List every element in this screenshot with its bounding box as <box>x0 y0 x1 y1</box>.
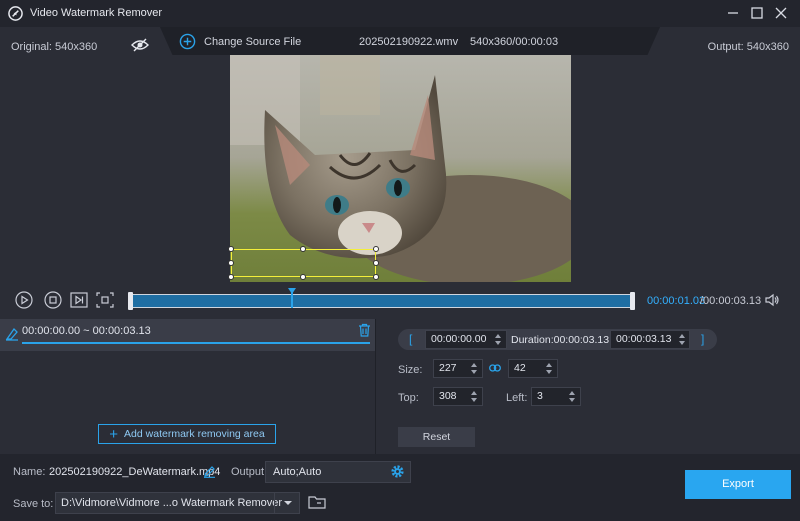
watermark-selection-box[interactable] <box>231 249 376 277</box>
resize-handle[interactable] <box>300 274 306 280</box>
duration-label: Duration:00:00:03.13 <box>511 334 610 346</box>
left-stepper[interactable] <box>568 387 577 406</box>
resize-handle[interactable] <box>228 260 234 266</box>
trim-start-handle[interactable] <box>128 292 133 310</box>
add-circle-icon[interactable] <box>179 33 196 50</box>
save-path-select[interactable]: D:\Vidmore\Vidmore ...o Watermark Remove… <box>55 492 300 514</box>
app-logo-icon <box>8 6 23 21</box>
left-label: Left: <box>506 392 528 404</box>
add-watermark-area-button[interactable]: + Add watermark removing area <box>98 424 276 444</box>
clip-progress-bar <box>22 342 370 344</box>
trim-end-handle[interactable] <box>630 292 635 310</box>
height-stepper[interactable] <box>545 359 554 378</box>
kitten-image <box>230 55 571 282</box>
start-time-stepper[interactable] <box>494 330 503 349</box>
play-button[interactable] <box>15 291 33 309</box>
resize-handle[interactable] <box>373 260 379 266</box>
eraser-icon <box>5 327 18 341</box>
resize-handle[interactable] <box>300 246 306 252</box>
snapshot-button[interactable] <box>96 291 114 309</box>
gear-icon[interactable] <box>390 464 405 479</box>
output-label: Output: <box>231 466 268 478</box>
export-button[interactable]: Export <box>685 470 791 499</box>
minimize-button[interactable] <box>723 4 743 22</box>
resize-handle[interactable] <box>373 274 379 280</box>
set-start-icon[interactable]: [ <box>409 332 412 346</box>
trash-icon[interactable] <box>358 323 371 337</box>
chevron-down-icon[interactable] <box>274 492 300 514</box>
output-resolution: Output: 540x360 <box>707 41 789 53</box>
change-source-file-button[interactable]: Change Source File <box>204 36 301 48</box>
width-stepper[interactable] <box>470 359 479 378</box>
plus-icon: + <box>109 425 119 443</box>
stop-button[interactable] <box>44 291 62 309</box>
set-end-icon[interactable]: ] <box>701 332 704 346</box>
clip-time-range: 00:00:00.00 ~ 00:00:03.13 <box>22 325 151 337</box>
eye-slash-icon[interactable] <box>130 38 150 52</box>
source-file-name: 202502190922.wmv <box>359 36 459 48</box>
output-file-name: 202502190922_DeWatermark.mp4 <box>49 466 221 478</box>
folder-icon[interactable] <box>308 495 326 509</box>
video-preview[interactable] <box>230 55 571 282</box>
total-time: /00:00:03.13 <box>700 295 762 307</box>
volume-icon[interactable] <box>764 292 780 308</box>
name-label: Name: <box>13 466 46 478</box>
size-label: Size: <box>398 364 423 376</box>
end-time-stepper[interactable] <box>678 330 687 349</box>
current-time: 00:00:01.03 <box>647 295 706 307</box>
maximize-button[interactable] <box>747 4 767 22</box>
save-to-label: Save to: <box>13 498 54 510</box>
original-resolution: Original: 540x360 <box>11 41 98 53</box>
app-title: Video Watermark Remover <box>30 7 163 19</box>
add-watermark-area-label: Add watermark removing area <box>124 427 265 440</box>
top-stepper[interactable] <box>470 387 479 406</box>
link-icon[interactable] <box>489 363 501 373</box>
resize-handle[interactable] <box>373 246 379 252</box>
timeline-track[interactable] <box>130 294 634 308</box>
next-frame-button[interactable] <box>70 291 88 309</box>
resize-handle[interactable] <box>228 274 234 280</box>
edit-icon[interactable] <box>203 465 216 478</box>
source-file-meta: 540x360/00:00:03 <box>470 36 559 48</box>
close-button[interactable] <box>771 4 791 22</box>
reset-button[interactable]: Reset <box>398 427 475 447</box>
top-label: Top: <box>398 392 419 404</box>
resize-handle[interactable] <box>228 246 234 252</box>
playhead-line[interactable] <box>291 292 293 308</box>
